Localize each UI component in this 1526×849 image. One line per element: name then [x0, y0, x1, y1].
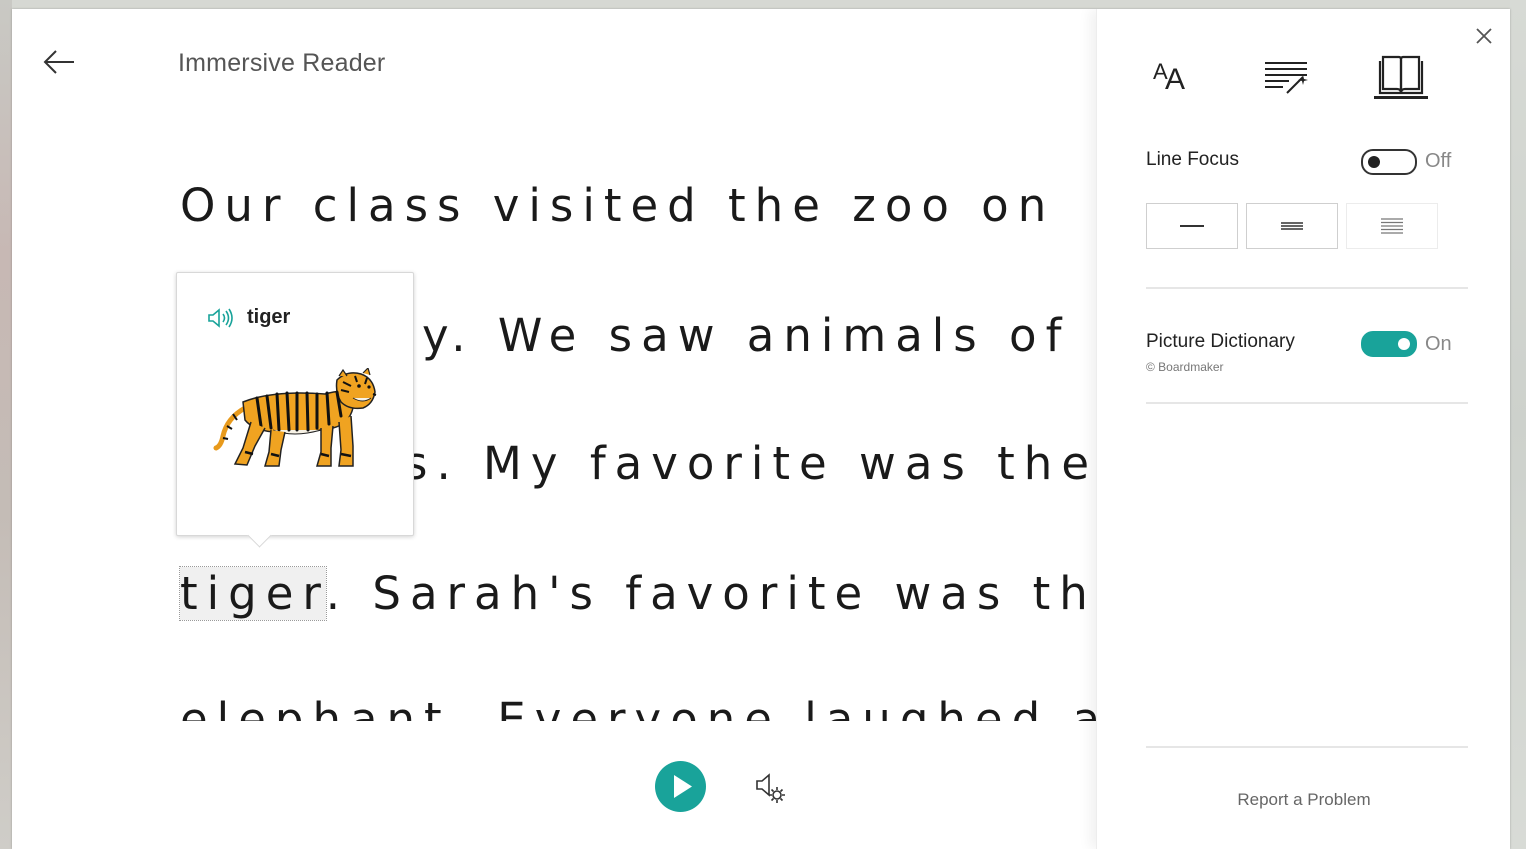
reading-text: Our class visited the zoo on y. We saw a…	[12, 159, 1096, 721]
toggle-knob	[1368, 156, 1380, 168]
line-focus-label: Line Focus	[1146, 149, 1239, 170]
immersive-reader-window: Immersive Reader Our class visited the z…	[12, 9, 1510, 849]
line-focus-five-lines[interactable]	[1346, 203, 1438, 249]
picture-dictionary-state: On	[1425, 333, 1452, 355]
reader-area: Immersive Reader Our class visited the z…	[12, 9, 1096, 849]
tiger-image	[213, 368, 377, 467]
background-left	[0, 0, 12, 849]
one-line-icon	[1180, 225, 1204, 227]
text-line[interactable]: s. My favorite was the	[404, 437, 1096, 490]
close-icon	[1476, 28, 1492, 44]
popup-word: tiger	[247, 306, 291, 328]
divider	[1146, 402, 1468, 404]
line-focus-three-lines[interactable]	[1246, 203, 1338, 249]
line-focus-one-line[interactable]	[1146, 203, 1238, 249]
text-line[interactable]: tiger. Sarah's favorite was the	[179, 566, 1096, 621]
text-line[interactable]: y. We saw animals of	[422, 309, 1070, 362]
selected-word[interactable]: tiger	[179, 566, 327, 621]
divider	[1146, 746, 1468, 748]
close-button[interactable]	[1471, 23, 1497, 49]
play-button[interactable]	[655, 761, 706, 812]
text-line-rest: . Sarah's favorite was the	[325, 567, 1096, 620]
app-title: Immersive Reader	[178, 49, 386, 77]
picture-dictionary-credit: © Boardmaker	[1146, 360, 1224, 374]
speak-word-button[interactable]	[207, 307, 235, 329]
speaker-icon	[208, 308, 233, 328]
five-lines-icon	[1381, 218, 1403, 234]
tab-grammar-options[interactable]	[1257, 45, 1317, 105]
text-line[interactable]: elephant. Everyone laughed a	[180, 693, 1096, 721]
divider	[1146, 287, 1468, 289]
back-button[interactable]	[40, 45, 80, 81]
line-focus-state: Off	[1425, 150, 1452, 172]
picture-dictionary-popup: tiger	[176, 272, 414, 548]
voice-settings-button[interactable]	[753, 771, 789, 805]
background-right	[1510, 0, 1526, 849]
arrow-left-icon	[43, 50, 74, 74]
tab-text-preferences[interactable]: A A	[1143, 45, 1203, 105]
picture-dictionary-label: Picture Dictionary	[1146, 331, 1295, 352]
active-tab-indicator	[1374, 96, 1428, 99]
text-size-icon: A A	[1153, 59, 1185, 96]
svg-text:A: A	[1165, 63, 1185, 96]
toggle-knob	[1398, 338, 1410, 350]
speaker-gear-icon	[756, 773, 785, 803]
text-line[interactable]: Our class visited the zoo on	[180, 179, 1055, 232]
picture-dictionary-toggle[interactable]	[1361, 331, 1417, 357]
line-focus-toggle[interactable]	[1361, 149, 1417, 175]
settings-panel: A A Line Focus Off Picture Dictionary © …	[1096, 9, 1510, 849]
grammar-wand-icon	[1265, 62, 1308, 94]
report-problem-link[interactable]: Report a Problem	[1097, 790, 1510, 810]
three-lines-icon	[1281, 222, 1303, 230]
play-icon	[674, 775, 692, 798]
